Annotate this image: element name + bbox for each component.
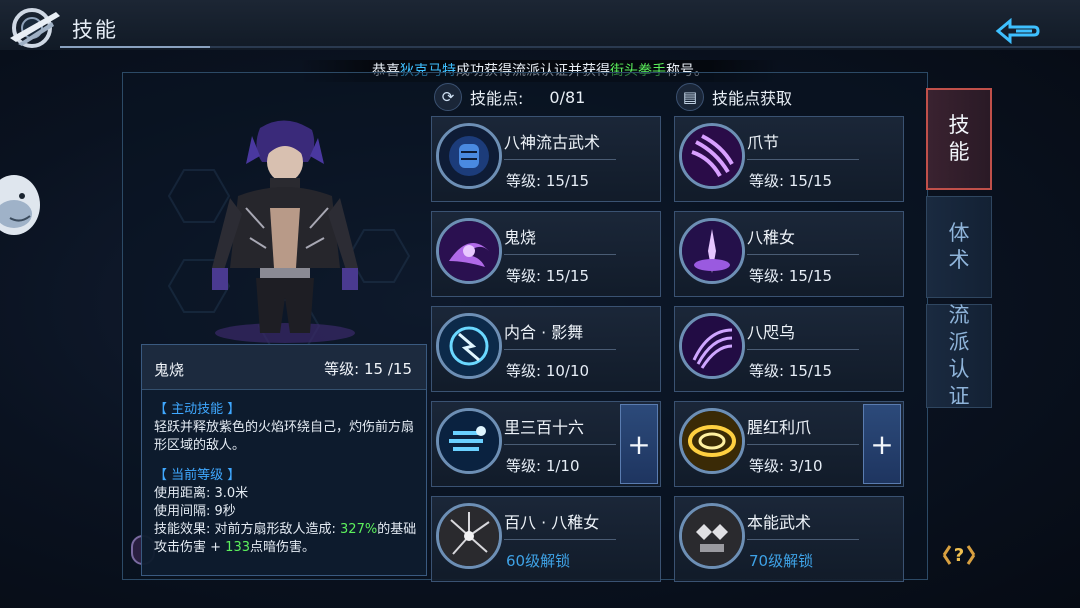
refresh-icon[interactable]: ⟳ (434, 83, 462, 111)
skill-card[interactable]: 腥红利爪 等级: 3/10 + (674, 401, 904, 487)
skill-range: 使用距离: 3.0米 (154, 486, 249, 501)
lightning-skill-icon (436, 313, 502, 379)
skill-name: 鬼烧 (504, 228, 537, 247)
skill-points-label: 技能点: (470, 89, 524, 108)
skill-card[interactable]: 八神流古武术 等级: 15/15 (431, 116, 661, 202)
skill-card[interactable]: 内合 · 影舞 等级: 10/10 (431, 306, 661, 392)
divider (747, 254, 859, 255)
effect-value-percent: 327% (340, 522, 378, 537)
divider (504, 349, 616, 350)
skill-level: 等级: 10/10 (506, 362, 590, 380)
help-icon[interactable]: ? (938, 540, 980, 570)
active-skill-description: 轻跃并释放紫色的火焰环绕自己，灼伤前方扇形区域的敌人。 (154, 420, 415, 453)
skill-card[interactable]: 本能武术 70级解锁 (674, 496, 904, 582)
back-icon[interactable] (994, 17, 1042, 45)
dash-skill-icon (436, 408, 502, 474)
skill-name: 本能武术 (747, 513, 812, 532)
skill-effect: 技能效果: 对前方扇形敌人造成: 327%的基础攻击伤害 + 133点暗伤害。 (154, 521, 420, 557)
tab-skills[interactable]: 技能 (926, 88, 992, 190)
divider (747, 159, 859, 160)
divider (747, 444, 859, 445)
top-bar-divider (60, 46, 1080, 48)
upgrade-button[interactable]: + (863, 404, 901, 484)
divider (504, 444, 616, 445)
top-bar (0, 0, 1080, 50)
current-level-title: 【 当前等级 】 (154, 468, 241, 483)
skill-level: 等级: 3/10 (749, 457, 823, 475)
skill-level: 等级: 15/15 (749, 362, 833, 380)
logo-icon (6, 4, 64, 50)
divider (504, 539, 616, 540)
skill-card[interactable]: 爪节 等级: 15/15 (674, 116, 904, 202)
purple-flame-skill-icon (436, 218, 502, 284)
tooltip-header: 鬼烧 等级: 15 /15 (142, 345, 426, 390)
tooltip-skill-level: 等级: 15 /15 (324, 360, 412, 378)
skill-level: 等级: 15/15 (749, 267, 833, 285)
divider (747, 349, 859, 350)
claw-skill-icon (679, 123, 745, 189)
skill-name: 里三百十六 (504, 418, 585, 437)
tab-style-certification[interactable]: 流派认证 (926, 303, 992, 408)
skill-level: 等级: 15/15 (506, 267, 590, 285)
locked-shatter-skill-icon (436, 503, 502, 569)
tooltip-body: 【 主动技能 】 轻跃并释放紫色的火焰环绕自己，灼伤前方扇形区域的敌人。 【 当… (154, 401, 420, 557)
skill-level: 等级: 15/15 (506, 172, 590, 190)
tab-label: 体术 (948, 221, 970, 272)
tooltip-skill-name: 鬼烧 (154, 361, 185, 379)
violet-burst-skill-icon (679, 218, 745, 284)
skill-card[interactable]: 八咫乌 等级: 15/15 (674, 306, 904, 392)
character-model (190, 118, 380, 348)
skill-card[interactable]: 里三百十六 等级: 1/10 + (431, 401, 661, 487)
divider (504, 159, 616, 160)
skill-points-value: 0/81 (549, 87, 586, 107)
acquire-label: 技能点获取 (712, 89, 793, 108)
mascot-icon[interactable] (0, 170, 40, 240)
skill-name: 内合 · 影舞 (504, 323, 584, 342)
skill-name: 八咫乌 (747, 323, 796, 342)
crow-slash-skill-icon (679, 313, 745, 379)
skill-name: 腥红利爪 (747, 418, 812, 437)
acquire-skill-points[interactable]: ▤ 技能点获取 (676, 82, 792, 112)
skill-card[interactable]: 鬼烧 等级: 15/15 (431, 211, 661, 297)
skill-name: 八稚女 (747, 228, 796, 247)
divider (504, 254, 616, 255)
tab-label: 技能 (948, 113, 970, 164)
divider (747, 539, 859, 540)
upgrade-button[interactable]: + (620, 404, 658, 484)
unlock-requirement: 60级解锁 (506, 552, 571, 570)
fist-skill-icon (436, 123, 502, 189)
skill-name: 八神流古武术 (504, 133, 601, 152)
svg-text:?: ? (954, 545, 964, 566)
locked-instinct-skill-icon (679, 503, 745, 569)
tab-label: 流派认证 (948, 303, 970, 408)
effect-prefix: 技能效果: 对前方扇形敌人造成: (154, 522, 341, 537)
skill-tooltip: 鬼烧 等级: 15 /15 【 主动技能 】 轻跃并释放紫色的火焰环绕自己，灼伤… (141, 344, 427, 576)
effect-value-dark: 133 (225, 540, 250, 555)
title-underline (60, 46, 210, 48)
golden-spiral-skill-icon (679, 408, 745, 474)
skill-card[interactable]: 八稚女 等级: 15/15 (674, 211, 904, 297)
skill-card[interactable]: 百八 · 八稚女 60级解锁 (431, 496, 661, 582)
skill-points: ⟳ 技能点: 0/81 (434, 82, 585, 112)
page-title: 技能 (72, 18, 118, 42)
book-icon: ▤ (676, 83, 704, 111)
tab-physique[interactable]: 体术 (926, 196, 992, 298)
skill-interval: 使用间隔: 9秒 (154, 504, 236, 519)
skill-level: 等级: 1/10 (506, 457, 580, 475)
unlock-requirement: 70级解锁 (749, 552, 814, 570)
effect-suffix: 点暗伤害。 (250, 540, 316, 555)
active-skill-title: 【 主动技能 】 (154, 402, 241, 417)
skill-level: 等级: 15/15 (749, 172, 833, 190)
skill-name: 爪节 (747, 133, 780, 152)
skill-name: 百八 · 八稚女 (504, 513, 600, 532)
